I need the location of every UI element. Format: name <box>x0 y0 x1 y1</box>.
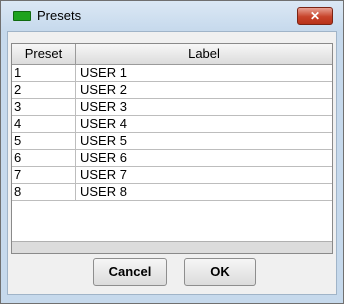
preset-cell[interactable]: 4 <box>12 116 76 132</box>
ok-button[interactable]: OK <box>184 258 256 286</box>
label-cell[interactable]: USER 5 <box>76 133 332 149</box>
table-row[interactable]: 2 USER 2 <box>12 82 332 99</box>
label-cell[interactable]: USER 7 <box>76 167 332 183</box>
label-cell[interactable]: USER 3 <box>76 99 332 115</box>
label-cell[interactable]: USER 6 <box>76 150 332 166</box>
close-icon: ✕ <box>309 9 321 23</box>
preset-cell[interactable]: 2 <box>12 82 76 98</box>
table-row[interactable]: 4 USER 4 <box>12 116 332 133</box>
presets-table: Preset Label 1 USER 1 2 USER 2 3 USER 3 … <box>11 43 333 254</box>
table-row[interactable]: 8 USER 8 <box>12 184 332 201</box>
cancel-button[interactable]: Cancel <box>93 258 167 286</box>
table-row[interactable]: 5 USER 5 <box>12 133 332 150</box>
window-icon <box>13 11 31 21</box>
preset-cell[interactable]: 7 <box>12 167 76 183</box>
preset-cell[interactable]: 6 <box>12 150 76 166</box>
table-header: Preset Label <box>12 44 332 65</box>
table-body: 1 USER 1 2 USER 2 3 USER 3 4 USER 4 5 US… <box>12 65 332 201</box>
window-title: Presets <box>37 8 82 23</box>
preset-cell[interactable]: 5 <box>12 133 76 149</box>
table-row[interactable]: 1 USER 1 <box>12 65 332 82</box>
table-row[interactable]: 7 USER 7 <box>12 167 332 184</box>
dialog-content: Preset Label 1 USER 1 2 USER 2 3 USER 3 … <box>7 31 337 295</box>
label-cell[interactable]: USER 8 <box>76 184 332 200</box>
presets-dialog: Presets ✕ Preset Label 1 USER 1 2 USER 2 <box>0 0 344 304</box>
preset-cell[interactable]: 3 <box>12 99 76 115</box>
title-bar[interactable]: Presets ✕ <box>1 1 343 31</box>
table-row[interactable]: 6 USER 6 <box>12 150 332 167</box>
preset-cell[interactable]: 8 <box>12 184 76 200</box>
column-header-label[interactable]: Label <box>76 44 332 64</box>
column-header-preset[interactable]: Preset <box>12 44 76 64</box>
preset-cell[interactable]: 1 <box>12 65 76 81</box>
label-cell[interactable]: USER 1 <box>76 65 332 81</box>
table-row[interactable]: 3 USER 3 <box>12 99 332 116</box>
label-cell[interactable]: USER 2 <box>76 82 332 98</box>
horizontal-scrollbar[interactable] <box>12 241 332 253</box>
label-cell[interactable]: USER 4 <box>76 116 332 132</box>
close-button[interactable]: ✕ <box>297 7 333 25</box>
